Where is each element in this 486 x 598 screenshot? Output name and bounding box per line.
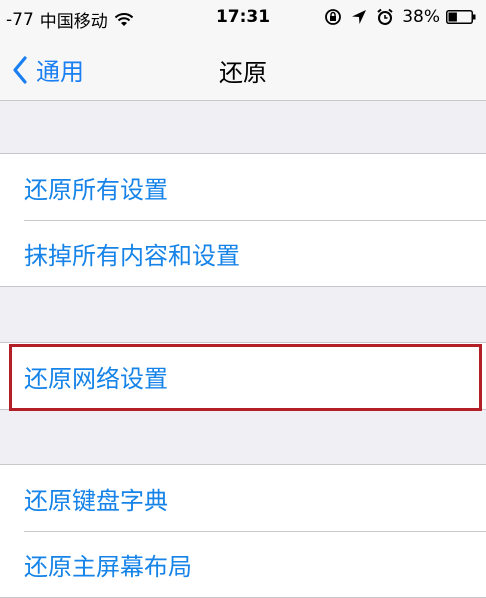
cell-label: 还原键盘字典 (24, 486, 168, 515)
erase-all-content-cell[interactable]: 抹掉所有内容和设置 (0, 220, 486, 286)
reset-group-3: 还原键盘字典 还原主屏幕布局 (0, 464, 486, 598)
rotation-lock-icon (325, 9, 342, 25)
cell-label: 抹掉所有内容和设置 (24, 241, 240, 270)
reset-network-settings-cell[interactable]: 还原网络设置 (0, 343, 486, 409)
location-arrow-icon (352, 10, 367, 24)
cell-label: 还原主屏幕布局 (24, 552, 192, 581)
reset-group-1: 还原所有设置 抹掉所有内容和设置 (0, 153, 486, 287)
reset-home-screen-layout-cell[interactable]: 还原主屏幕布局 (0, 531, 486, 597)
status-bar: -77 中国移动 17:31 38% (0, 0, 486, 36)
reset-keyboard-dictionary-cell[interactable]: 还原键盘字典 (0, 465, 486, 531)
reset-all-settings-cell[interactable]: 还原所有设置 (0, 154, 486, 220)
battery-icon (446, 10, 476, 24)
alarm-icon (377, 8, 393, 25)
battery-percent: 38% (402, 7, 440, 27)
cell-label: 还原网络设置 (24, 364, 168, 393)
status-right: 38% (324, 7, 476, 27)
page-title: 还原 (219, 59, 267, 87)
cell-label: 还原所有设置 (24, 175, 168, 204)
reset-group-2: 还原网络设置 (0, 342, 486, 410)
navigation-bar: 通用 还原 (0, 36, 486, 101)
